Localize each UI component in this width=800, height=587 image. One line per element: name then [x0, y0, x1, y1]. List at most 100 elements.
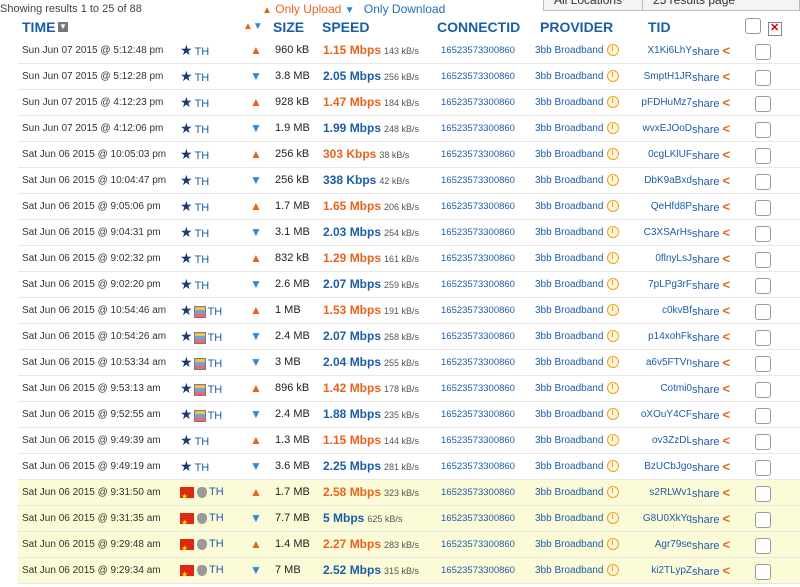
- row-connectid-link[interactable]: 16523573300860: [441, 246, 541, 271]
- sort-down-icon[interactable]: ▼: [58, 22, 68, 32]
- row-provider-link[interactable]: 3bb Broadband: [535, 71, 603, 82]
- clock-icon[interactable]: [607, 512, 620, 525]
- row-share[interactable]: share <: [692, 64, 747, 89]
- share-link[interactable]: share: [692, 410, 720, 422]
- row-select-checkbox[interactable]: [755, 96, 771, 112]
- clock-icon[interactable]: [607, 434, 620, 447]
- row-provider-link[interactable]: 3bb Broadband: [535, 149, 603, 160]
- share-link[interactable]: share: [692, 124, 720, 136]
- row-tid-link[interactable]: wvxEJOoD: [632, 116, 692, 141]
- share-link[interactable]: share: [692, 176, 720, 188]
- row-share[interactable]: share <: [692, 350, 747, 375]
- share-icon[interactable]: <: [723, 407, 731, 422]
- share-link[interactable]: share: [692, 332, 720, 344]
- row-tid-link[interactable]: BzUCbJgo: [632, 454, 692, 479]
- row-share[interactable]: share <: [692, 454, 747, 479]
- column-size[interactable]: SIZE: [273, 19, 304, 35]
- share-link[interactable]: share: [692, 514, 720, 526]
- clock-icon[interactable]: [607, 330, 620, 343]
- clock-icon[interactable]: [607, 278, 620, 291]
- share-link[interactable]: share: [692, 202, 720, 214]
- clock-icon[interactable]: [607, 382, 620, 395]
- row-tid-link[interactable]: oXOuY4CF: [632, 402, 692, 427]
- direction-sort-icon[interactable]: ▲▼: [243, 21, 263, 32]
- clock-icon[interactable]: [607, 96, 620, 109]
- column-connectid[interactable]: CONNECTID: [437, 19, 520, 35]
- share-icon[interactable]: <: [723, 329, 731, 344]
- row-select-checkbox[interactable]: [755, 330, 771, 346]
- share-icon[interactable]: <: [723, 303, 731, 318]
- row-connectid-link[interactable]: 16523573300860: [441, 402, 541, 427]
- row-connectid-link[interactable]: 16523573300860: [441, 64, 541, 89]
- share-link[interactable]: share: [692, 72, 720, 84]
- share-icon[interactable]: <: [723, 381, 731, 396]
- delete-icon[interactable]: ✕: [768, 22, 782, 36]
- row-connectid-link[interactable]: 16523573300860: [441, 532, 541, 557]
- row-select-checkbox[interactable]: [755, 278, 771, 294]
- row-tid-link[interactable]: ov3ZzDL: [632, 428, 692, 453]
- select-all-checkbox[interactable]: [745, 18, 761, 34]
- row-share[interactable]: share <: [692, 480, 747, 505]
- row-select-checkbox[interactable]: [755, 512, 771, 528]
- row-select-checkbox[interactable]: [755, 460, 771, 476]
- row-provider-link[interactable]: 3bb Broadband: [535, 253, 603, 264]
- row-select-checkbox[interactable]: [755, 200, 771, 216]
- row-connectid-link[interactable]: 16523573300860: [441, 90, 541, 115]
- row-tid-link[interactable]: DbK9aBxd: [632, 168, 692, 193]
- row-provider-link[interactable]: 3bb Broadband: [535, 175, 603, 186]
- share-link[interactable]: share: [692, 566, 720, 578]
- row-share[interactable]: share <: [692, 428, 747, 453]
- row-provider-link[interactable]: 3bb Broadband: [535, 357, 603, 368]
- row-share[interactable]: share <: [692, 272, 747, 297]
- row-provider-link[interactable]: 3bb Broadband: [535, 435, 603, 446]
- row-provider-link[interactable]: 3bb Broadband: [535, 539, 603, 550]
- clock-icon[interactable]: [607, 564, 620, 577]
- row-select-checkbox[interactable]: [755, 408, 771, 424]
- row-connectid-link[interactable]: 16523573300860: [441, 142, 541, 167]
- clock-icon[interactable]: [607, 304, 620, 317]
- row-tid-link[interactable]: p14xohFk: [632, 324, 692, 349]
- clock-icon[interactable]: [607, 148, 620, 161]
- row-provider-link[interactable]: 3bb Broadband: [535, 201, 603, 212]
- row-provider-link[interactable]: 3bb Broadband: [535, 383, 603, 394]
- row-select-checkbox[interactable]: [755, 148, 771, 164]
- row-share[interactable]: share <: [692, 194, 747, 219]
- share-link[interactable]: share: [692, 358, 720, 370]
- share-link[interactable]: share: [692, 488, 720, 500]
- row-connectid-link[interactable]: 16523573300860: [441, 480, 541, 505]
- row-provider-link[interactable]: 3bb Broadband: [535, 409, 603, 420]
- row-share[interactable]: share <: [692, 402, 747, 427]
- row-select-checkbox[interactable]: [755, 44, 771, 60]
- share-link[interactable]: share: [692, 280, 720, 292]
- share-icon[interactable]: <: [723, 563, 731, 578]
- clock-icon[interactable]: [607, 538, 620, 551]
- row-connectid-link[interactable]: 16523573300860: [441, 350, 541, 375]
- row-provider-link[interactable]: 3bb Broadband: [535, 45, 603, 56]
- row-select-checkbox[interactable]: [755, 252, 771, 268]
- row-tid-link[interactable]: s2RLWv1: [632, 480, 692, 505]
- row-connectid-link[interactable]: 16523573300860: [441, 558, 541, 583]
- row-connectid-link[interactable]: 16523573300860: [441, 506, 541, 531]
- row-select-checkbox[interactable]: [755, 304, 771, 320]
- row-provider-link[interactable]: 3bb Broadband: [535, 487, 603, 498]
- share-icon[interactable]: <: [723, 121, 731, 136]
- row-tid-link[interactable]: 0flnyLsJ: [632, 246, 692, 271]
- row-connectid-link[interactable]: 16523573300860: [441, 454, 541, 479]
- row-share[interactable]: share <: [692, 376, 747, 401]
- row-select-checkbox[interactable]: [755, 174, 771, 190]
- row-share[interactable]: share <: [692, 506, 747, 531]
- clock-icon[interactable]: [607, 356, 620, 369]
- row-provider-link[interactable]: 3bb Broadband: [535, 227, 603, 238]
- row-provider-link[interactable]: 3bb Broadband: [535, 305, 603, 316]
- row-connectid-link[interactable]: 16523573300860: [441, 324, 541, 349]
- row-tid-link[interactable]: SmptH1JR: [632, 64, 692, 89]
- row-provider-link[interactable]: 3bb Broadband: [535, 279, 603, 290]
- share-link[interactable]: share: [692, 254, 720, 266]
- clock-icon[interactable]: [607, 226, 620, 239]
- row-share[interactable]: share <: [692, 38, 747, 63]
- row-share[interactable]: share <: [692, 558, 747, 583]
- row-tid-link[interactable]: 0cgLKlUF: [632, 142, 692, 167]
- share-link[interactable]: share: [692, 150, 720, 162]
- results-per-page-dropdown[interactable]: 25 results page: [642, 0, 800, 11]
- share-icon[interactable]: <: [723, 251, 731, 266]
